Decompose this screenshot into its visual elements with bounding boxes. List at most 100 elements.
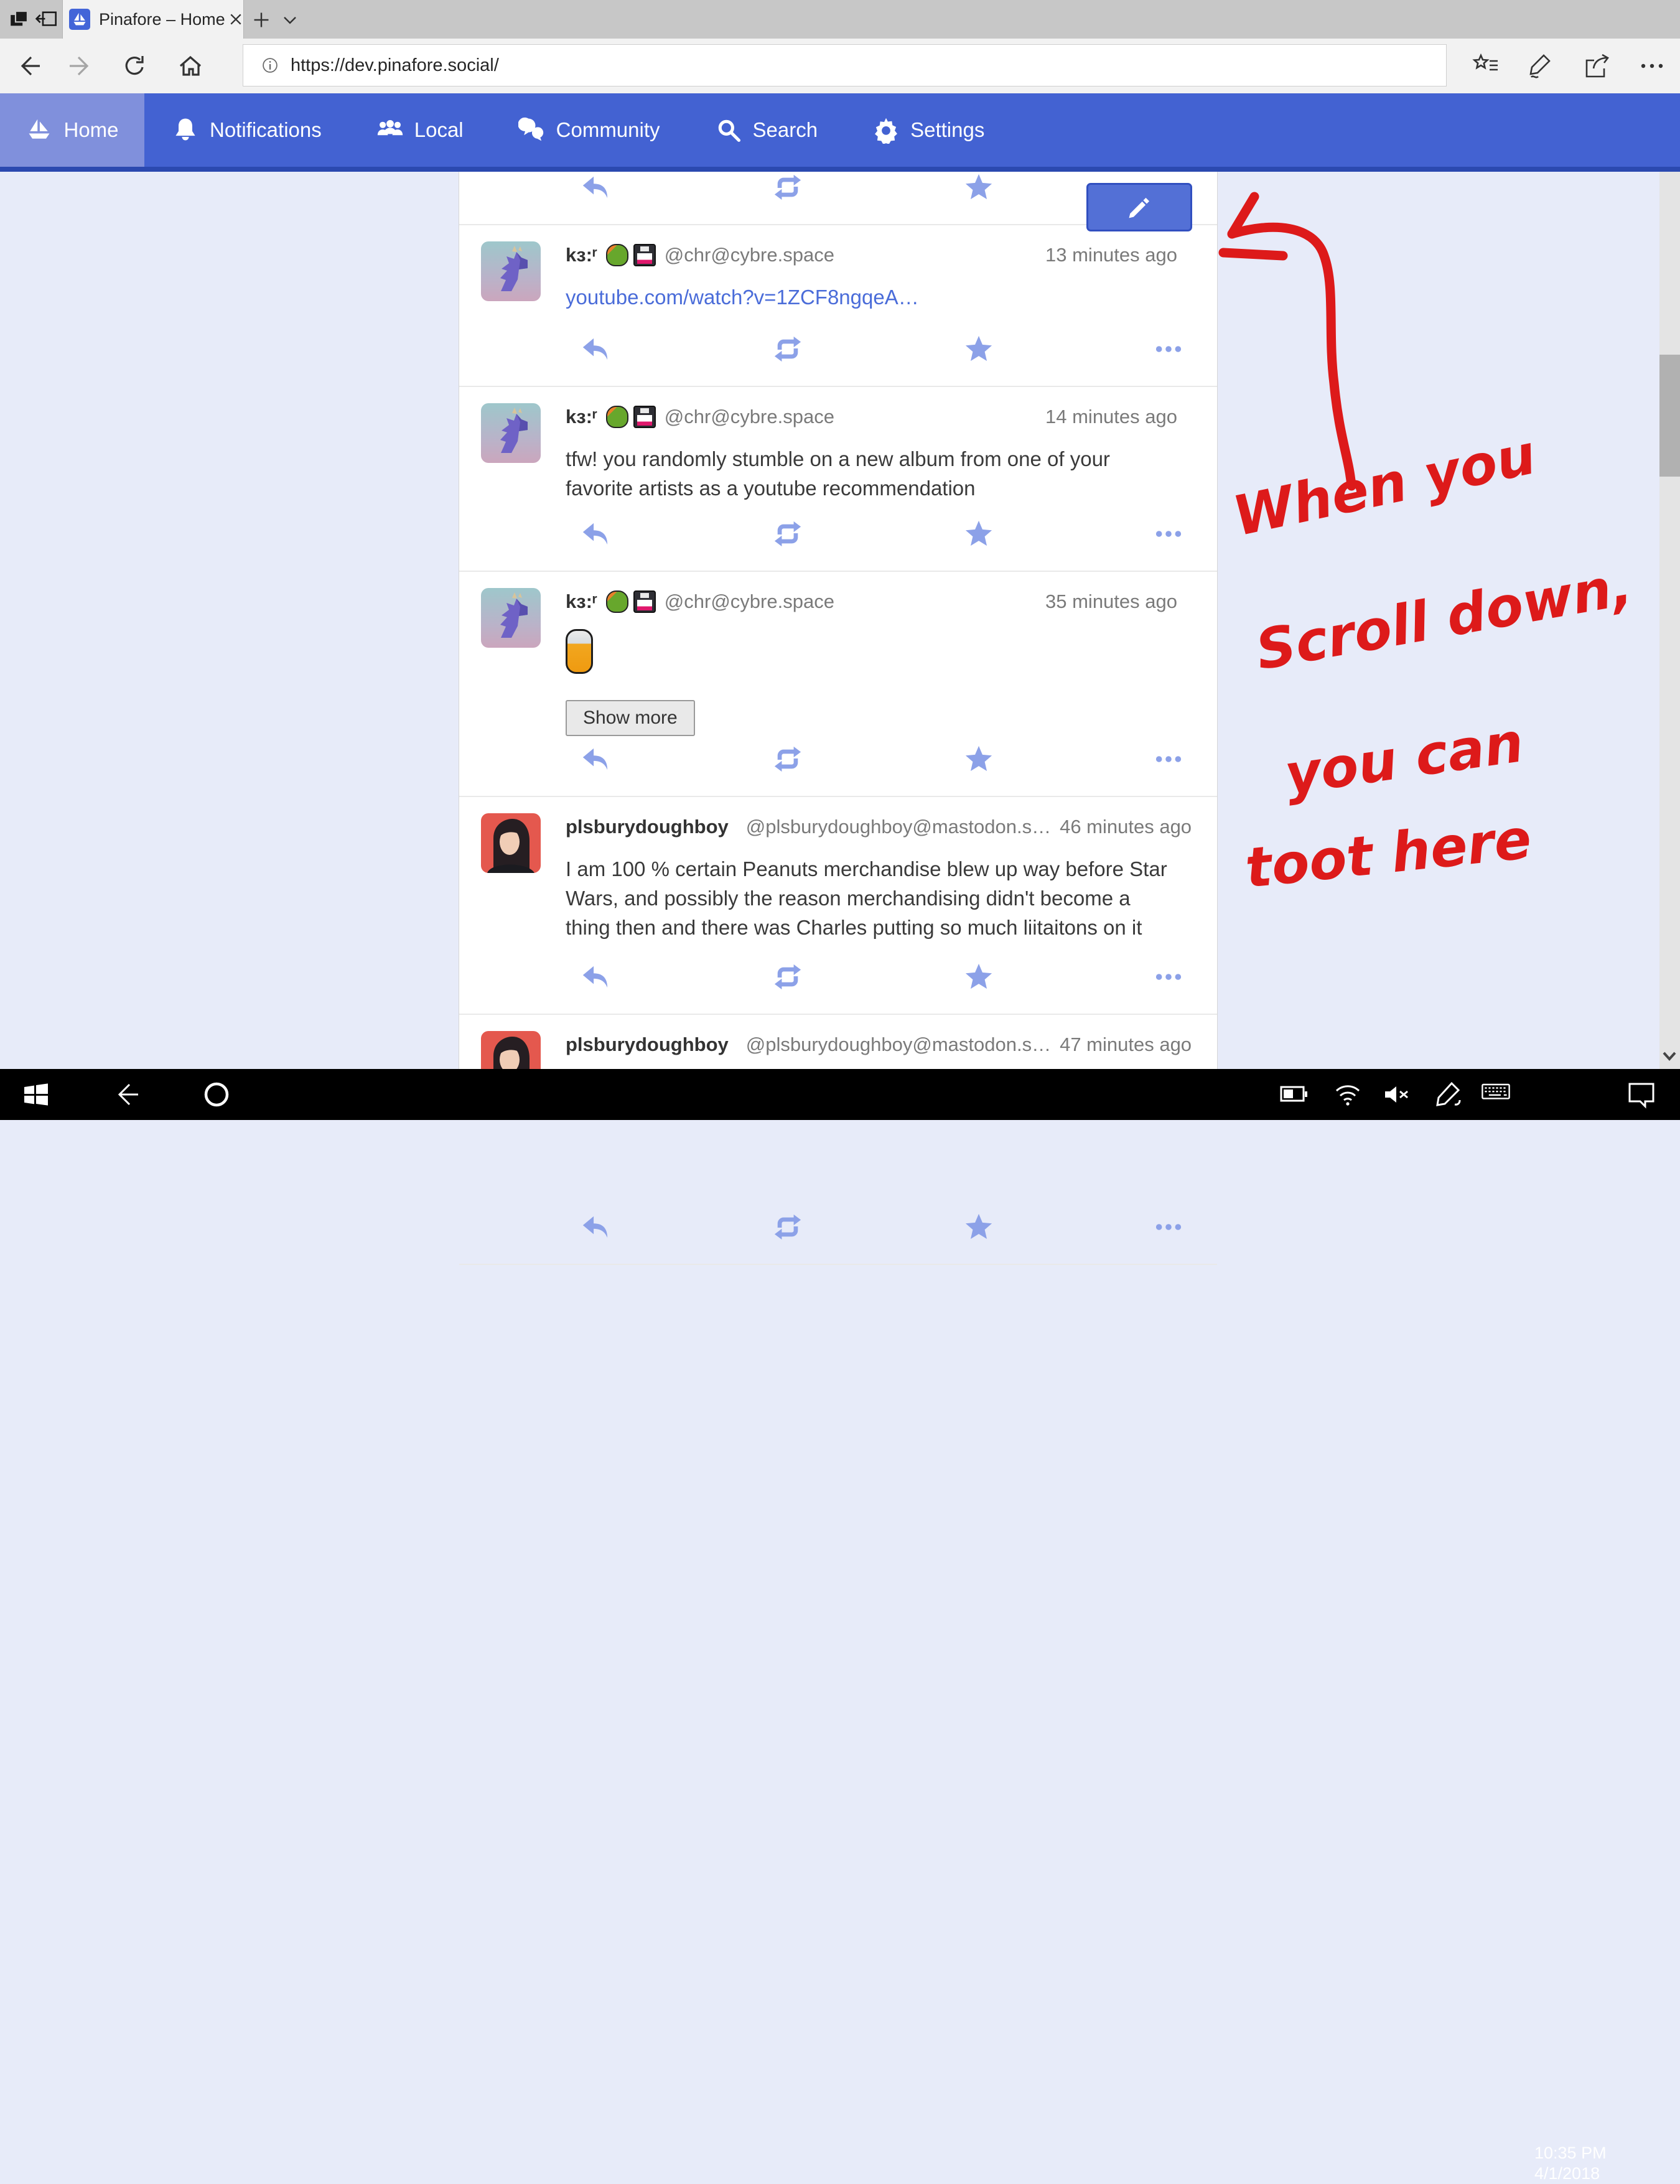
- status-text: [566, 629, 1167, 681]
- more-options-button[interactable]: [1154, 1213, 1183, 1241]
- volume-muted-icon[interactable]: [1381, 1080, 1411, 1109]
- account-handle: @chr@cybre.space: [665, 244, 834, 266]
- avatar[interactable]: [481, 813, 541, 873]
- dragon-avatar: [481, 403, 541, 463]
- battery-icon[interactable]: [1279, 1080, 1309, 1109]
- boost-button[interactable]: [773, 1213, 802, 1241]
- main-nav: Home Notifications Local Community Searc…: [0, 93, 1680, 172]
- account-handle: @plsburydoughboy@mastodon.s…: [746, 1034, 1051, 1056]
- more-icon[interactable]: [1638, 52, 1666, 80]
- tab-preview-chevron[interactable]: [279, 9, 301, 31]
- display-name[interactable]: kз:ʳ: [566, 244, 597, 266]
- browser-tab[interactable]: Pinafore – Home: [62, 0, 244, 39]
- favorites-hub-icon[interactable]: [1472, 52, 1500, 80]
- scrollbar-down-arrow[interactable]: [1659, 1045, 1680, 1066]
- display-name[interactable]: plsburydoughboy: [566, 1034, 729, 1056]
- set-tabs-aside-icon[interactable]: [35, 7, 58, 31]
- status-actions: [459, 963, 1217, 991]
- chat-bubbles-icon: [518, 116, 546, 144]
- browser-home-button[interactable]: [177, 52, 204, 80]
- status[interactable]: plsburydoughboy @plsburydoughboy@mastodo…: [459, 1015, 1217, 1265]
- boost-button[interactable]: [773, 963, 802, 991]
- display-name[interactable]: plsburydoughboy: [566, 816, 729, 838]
- forward-button[interactable]: [66, 52, 93, 80]
- reply-button[interactable]: [581, 173, 609, 202]
- nav-tab-search[interactable]: Search: [688, 93, 846, 167]
- status-header: kз:ʳ @chr@cybre.space 14 minutes ago: [566, 406, 1177, 428]
- more-options-button[interactable]: [1154, 963, 1183, 991]
- tab-title: Pinafore – Home: [99, 10, 225, 29]
- avatar[interactable]: [481, 588, 541, 648]
- reply-button[interactable]: [581, 745, 609, 773]
- action-center-icon[interactable]: [1626, 1080, 1656, 1109]
- refresh-button[interactable]: [121, 52, 148, 80]
- boost-button[interactable]: [773, 173, 802, 202]
- pen-icon[interactable]: [1432, 1080, 1462, 1109]
- nav-tab-local[interactable]: Local: [349, 93, 491, 167]
- compose-toot-button[interactable]: [1086, 183, 1192, 231]
- status-link[interactable]: youtube.com/watch?v=1ZCF8ngqeA…: [566, 286, 919, 309]
- tabs-preview-icon[interactable]: [7, 7, 31, 31]
- floppy-disk-emoji: [633, 244, 656, 266]
- favorite-button[interactable]: [964, 963, 993, 991]
- nav-tab-notifications[interactable]: Notifications: [144, 93, 349, 167]
- annotation-line-4: toot here: [1242, 806, 1534, 900]
- status-actions: [459, 520, 1217, 548]
- favorite-button[interactable]: [964, 1213, 993, 1241]
- reply-button[interactable]: [581, 1213, 609, 1241]
- reply-button[interactable]: [581, 963, 609, 991]
- info-icon[interactable]: [261, 56, 279, 75]
- more-options-button[interactable]: [1154, 745, 1183, 773]
- boost-button[interactable]: [773, 520, 802, 548]
- status[interactable]: kз:ʳ @chr@cybre.space 13 minutes ago you…: [459, 225, 1217, 387]
- tab-close-button[interactable]: [225, 9, 246, 30]
- more-options-button[interactable]: [1154, 335, 1183, 363]
- show-more-button[interactable]: Show more: [566, 700, 695, 736]
- favorite-button[interactable]: [964, 173, 993, 202]
- avatar[interactable]: [481, 403, 541, 463]
- nav-tab-home[interactable]: Home: [0, 93, 144, 167]
- status[interactable]: kз:ʳ @chr@cybre.space 14 minutes ago tfw…: [459, 387, 1217, 572]
- cortana-circle-icon[interactable]: [202, 1080, 231, 1109]
- web-note-icon[interactable]: [1526, 52, 1554, 80]
- back-arrow-icon[interactable]: [111, 1080, 141, 1109]
- timestamp: 46 minutes ago: [1060, 816, 1192, 838]
- timestamp: 47 minutes ago: [1060, 1034, 1192, 1056]
- boost-button[interactable]: [773, 335, 802, 363]
- custom-emojis: [606, 244, 656, 266]
- display-name[interactable]: kз:ʳ: [566, 590, 597, 613]
- boost-button[interactable]: [773, 745, 802, 773]
- new-tab-button[interactable]: [250, 9, 273, 31]
- nav-tab-community[interactable]: Community: [491, 93, 688, 167]
- back-button[interactable]: [16, 52, 44, 80]
- favorite-button[interactable]: [964, 745, 993, 773]
- status[interactable]: plsburydoughboy @plsburydoughboy@mastodo…: [459, 797, 1217, 1015]
- reply-button[interactable]: [581, 520, 609, 548]
- address-bar[interactable]: https://dev.pinafore.social/: [243, 44, 1447, 86]
- touch-keyboard-icon[interactable]: [1481, 1080, 1511, 1109]
- scrollbar-thumb[interactable]: [1659, 355, 1680, 477]
- windows-start-icon[interactable]: [21, 1080, 51, 1109]
- share-icon[interactable]: [1582, 52, 1610, 80]
- taskbar-clock[interactable]: 10:35 PM 4/1/2018: [1534, 2143, 1607, 2184]
- floppy-disk-emoji: [633, 590, 656, 613]
- woman-avatar: [481, 813, 541, 873]
- avatar[interactable]: [481, 241, 541, 301]
- wifi-icon[interactable]: [1333, 1080, 1363, 1109]
- status[interactable]: kз:ʳ @chr@cybre.space 35 minutes ago Sho…: [459, 572, 1217, 797]
- status-actions: [459, 335, 1217, 363]
- account-handle: @chr@cybre.space: [665, 406, 834, 428]
- more-options-button[interactable]: [1154, 520, 1183, 548]
- status-actions: [459, 745, 1217, 773]
- reply-button[interactable]: [581, 335, 609, 363]
- status-header: kз:ʳ @chr@cybre.space 35 minutes ago: [566, 590, 1177, 613]
- favorite-button[interactable]: [964, 520, 993, 548]
- browser-toolbar: https://dev.pinafore.social/: [0, 39, 1680, 93]
- display-name[interactable]: kз:ʳ: [566, 406, 597, 428]
- bell-icon: [172, 116, 199, 144]
- scrollbar-track[interactable]: [1659, 172, 1680, 1069]
- timestamp: 35 minutes ago: [1045, 590, 1177, 613]
- favorite-button[interactable]: [964, 335, 993, 363]
- pencil-icon: [1126, 194, 1153, 221]
- nav-tab-settings[interactable]: Settings: [845, 93, 1012, 167]
